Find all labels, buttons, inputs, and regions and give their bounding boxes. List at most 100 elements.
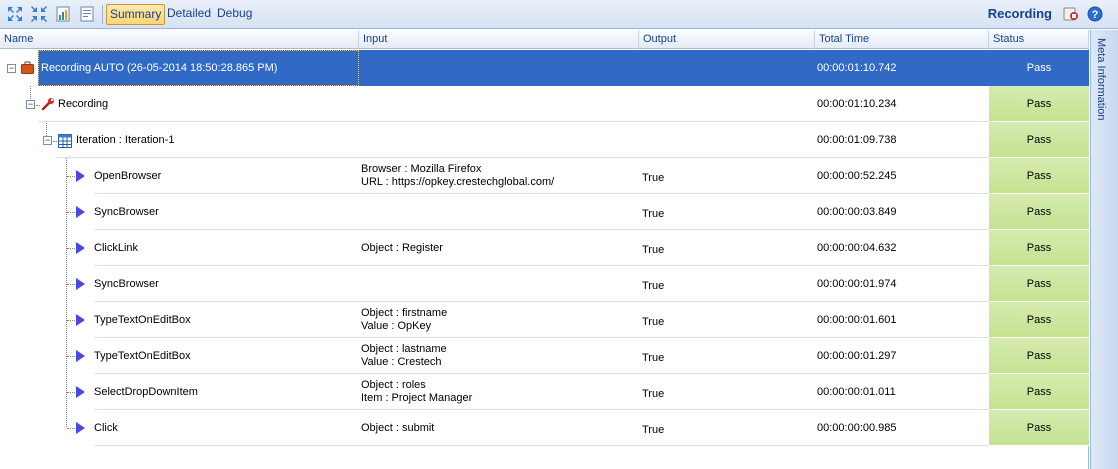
tab-summary[interactable]: Summary [106,4,166,25]
play-step-icon [76,422,85,434]
meta-information-label[interactable]: Meta Information [1095,38,1107,121]
collapse-all-icon[interactable] [31,6,47,22]
row-output: True [642,387,665,400]
row-input: Object : roles Item : Project Manager [361,379,473,404]
table-icon [58,134,72,148]
row-status: Pass [989,122,1089,158]
row-name: OpenBrowser [94,170,162,182]
table-row[interactable]: TypeTextOnEditBox Object : lastname Value… [0,338,1089,374]
row-output: True [642,171,665,184]
row-input: Object : firstname Value : OpKey [361,307,448,332]
row-name: SyncBrowser [94,278,159,290]
column-header-input[interactable]: Input [359,30,639,49]
row-status: Pass [989,302,1089,338]
column-header-status[interactable]: Status [989,30,1089,49]
table-row[interactable]: SyncBrowser True 00:00:00:01.974 Pass [0,266,1089,302]
suitcase-icon [21,61,34,74]
row-total-time: 00:00:00:01.011 [817,386,896,398]
tree-line [67,320,75,321]
row-output: True [642,423,665,436]
stop-recording-icon[interactable] [1063,6,1079,22]
row-status: Pass [989,194,1089,230]
play-step-icon [76,350,85,362]
help-icon[interactable]: ? [1087,6,1103,22]
column-header-total-time[interactable]: Total Time [815,30,989,49]
toolbar: Summary Detailed Debug Recording ? [0,0,1118,29]
recording-title: Recording [987,6,1052,21]
meta-information-panel[interactable]: Meta Information [1090,30,1118,469]
table-row[interactable]: ClickLink Object : Register True 00:00:0… [0,230,1089,266]
row-output: True [642,315,665,328]
table-row[interactable]: Click Object : submit True 00:00:00:00.9… [0,410,1089,446]
row-total-time: 00:00:00:01.601 [817,314,897,326]
row-input: Object : submit [361,422,435,434]
play-step-icon [76,278,85,290]
tree-line [67,428,75,429]
expand-all-icon[interactable] [7,6,23,22]
row-status: Pass [989,230,1089,266]
toolbar-separator [102,5,103,24]
tree-line [67,392,75,393]
row-total-time: 00:00:00:01.297 [817,350,897,362]
row-status: Pass [989,266,1089,302]
row-status: Pass [989,86,1089,122]
table-row[interactable]: SyncBrowser True 00:00:00:03.849 Pass [0,194,1089,230]
row-divider [94,445,989,446]
tree-line [67,248,75,249]
table-row[interactable]: SelectDropDownItem Object : roles Item : … [0,374,1089,410]
row-total-time: 00:00:01:10.742 [815,50,989,86]
table-row[interactable]: TypeTextOnEditBox Object : firstname Valu… [0,302,1089,338]
svg-text:?: ? [1092,9,1099,21]
row-input: Object : Register [361,242,443,254]
row-total-time: 00:00:00:04.632 [817,242,897,254]
row-status: Pass [989,374,1089,410]
row-status: Pass [989,338,1089,374]
table-row[interactable]: Recording AUTO (26-05-2014 18:50:28.865 … [0,50,1089,86]
row-total-time: 00:00:01:10.234 [817,98,897,110]
row-total-time: 00:00:01:09.738 [817,134,897,146]
row-name: Recording [58,98,109,110]
row-name: Recording AUTO (26-05-2014 18:50:28.865 … [38,50,359,86]
row-output: True [642,207,665,220]
tree-line [67,212,75,213]
row-name: TypeTextOnEditBox [94,314,191,326]
grid-header: Name Input Output Total Time Status [0,30,1089,49]
tree-line [36,105,40,106]
collapse-toggle[interactable]: − [26,100,35,109]
row-output: True [642,351,665,364]
row-name: SelectDropDownItem [94,386,198,398]
collapse-toggle[interactable]: − [7,64,16,73]
column-header-name[interactable]: Name [0,30,359,49]
row-output: True [642,279,665,292]
row-name: TypeTextOnEditBox [94,350,191,362]
tab-debug[interactable]: Debug [214,4,255,25]
row-input: Browser : Mozilla Firefox URL : https://o… [361,163,555,188]
row-status: Pass [989,410,1089,446]
play-step-icon [76,314,85,326]
play-step-icon [76,206,85,218]
play-step-icon [76,242,85,254]
row-status: Pass [989,50,1089,86]
collapse-toggle[interactable]: − [43,136,52,145]
report-icon[interactable] [55,6,71,22]
play-step-icon [76,170,85,182]
row-name: SyncBrowser [94,206,159,218]
table-row[interactable]: Iteration : Iteration-1 00:00:01:09.738 … [0,122,1089,158]
table-row[interactable]: Recording 00:00:01:10.234 Pass [0,86,1089,122]
play-step-icon [76,386,85,398]
results-grid: Name Input Output Total Time Status Reco… [0,30,1089,469]
column-header-output[interactable]: Output [639,30,815,49]
tree-line [67,284,75,285]
row-total-time: 00:00:00:03.849 [817,206,897,218]
row-total-time: 00:00:00:01.974 [817,278,897,290]
row-input: Object : lastname Value : Crestech [361,343,447,368]
row-name: Iteration : Iteration-1 [76,134,175,146]
tree-line [67,356,75,357]
export-icon[interactable] [79,6,95,22]
tree-line [53,141,57,142]
tree-line [67,176,75,177]
row-name: Click [94,422,118,434]
table-row[interactable]: OpenBrowser Browser : Mozilla Firefox URL… [0,158,1089,194]
row-status: Pass [989,158,1089,194]
tab-detailed[interactable]: Detailed [164,4,214,25]
